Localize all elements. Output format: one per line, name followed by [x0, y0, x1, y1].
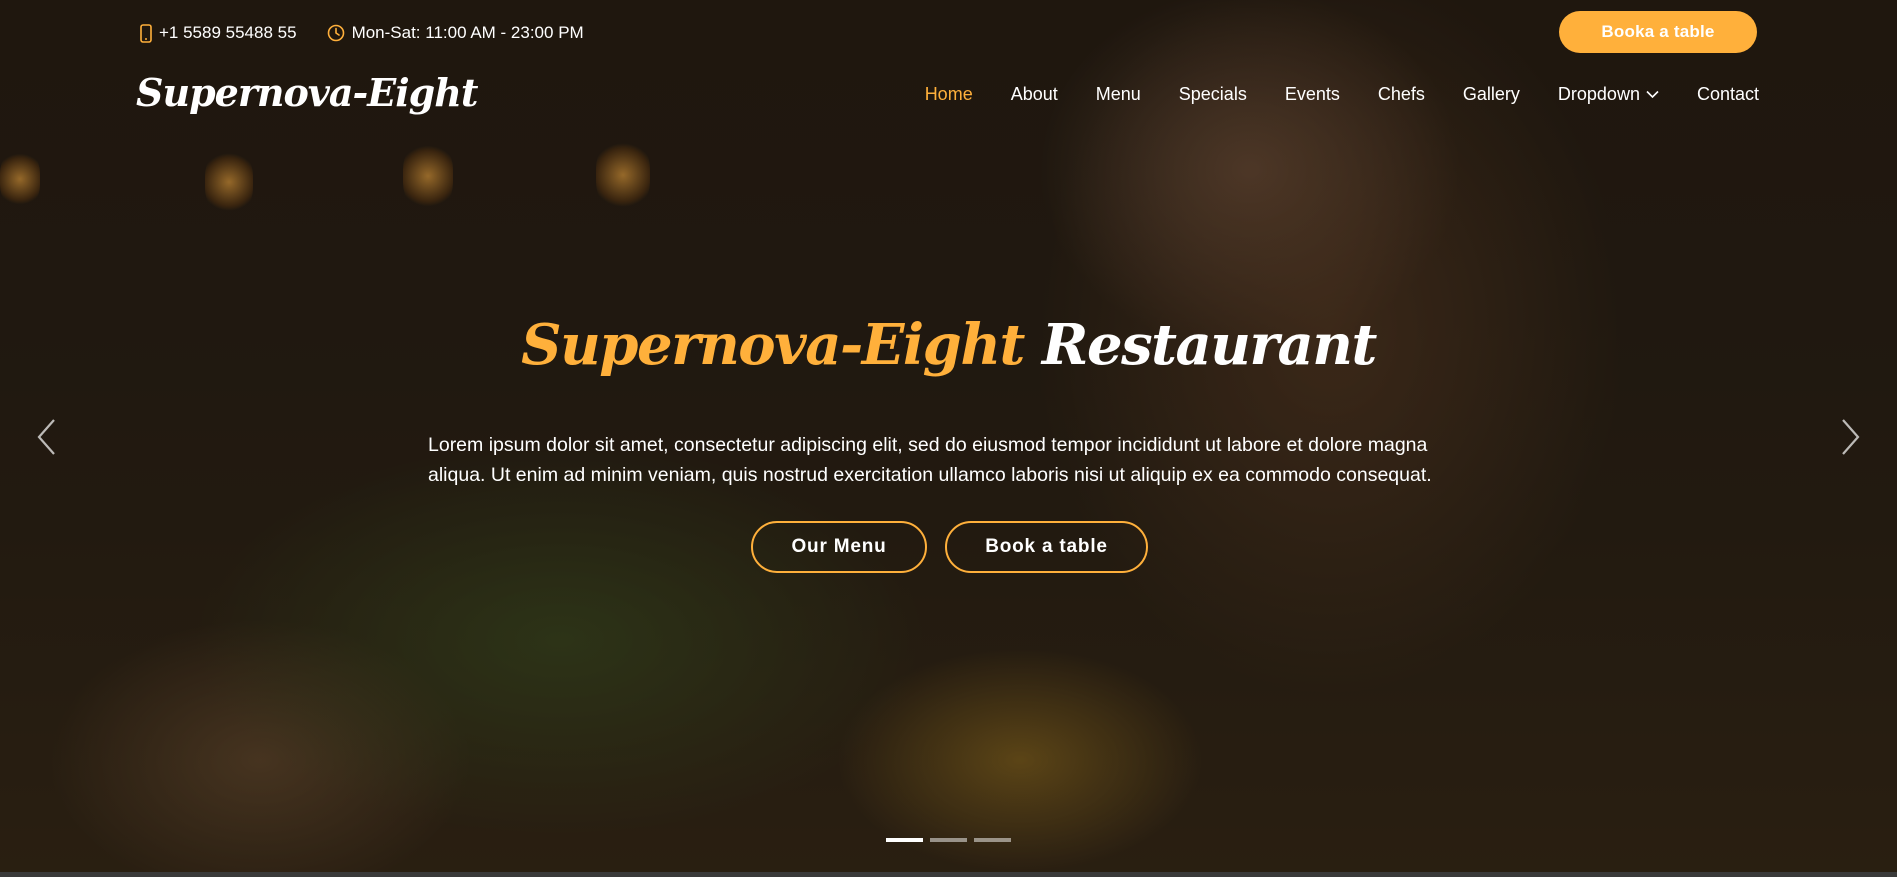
chevron-down-icon: [1646, 90, 1659, 99]
hours-info: Mon-Sat: 11:00 AM - 23:00 PM: [327, 23, 584, 43]
chevron-left-icon: [37, 419, 55, 455]
phone-info: +1 5589 55488 55: [140, 23, 297, 43]
carousel-prev-button[interactable]: [36, 418, 56, 461]
nav-item-events[interactable]: Events: [1285, 84, 1340, 105]
bokeh-light: [596, 140, 650, 210]
nav-item-home[interactable]: Home: [925, 84, 973, 105]
hero-title: Supernova-Eight Restaurant: [0, 312, 1897, 378]
phone-icon: [140, 23, 152, 43]
phone-number: +1 5589 55488 55: [159, 23, 297, 42]
hero-title-brand: Supernova-Eight: [521, 312, 1025, 378]
nav-item-about[interactable]: About: [1011, 84, 1058, 105]
bokeh-light: [0, 150, 40, 208]
hero-buttons: Our Menu Book a table: [751, 521, 1148, 573]
nav-item-contact[interactable]: Contact: [1697, 84, 1759, 105]
site-logo[interactable]: Supernova-Eight: [136, 70, 478, 115]
clock-icon: [327, 24, 344, 42]
carousel-indicator-1[interactable]: [886, 838, 923, 842]
carousel-indicators: [886, 838, 1018, 842]
chevron-right-icon: [1842, 419, 1860, 455]
page-bottom-edge: [0, 872, 1897, 877]
nav-item-menu[interactable]: Menu: [1096, 84, 1141, 105]
hero-description: Lorem ipsum dolor sit amet, consectetur …: [428, 434, 1432, 486]
carousel-indicator-3[interactable]: [974, 838, 1011, 842]
carousel-indicator-2[interactable]: [930, 838, 967, 842]
nav-item-dropdown[interactable]: Dropdown: [1558, 84, 1659, 105]
opening-hours: Mon-Sat: 11:00 AM - 23:00 PM: [351, 23, 584, 42]
nav-item-chefs[interactable]: Chefs: [1378, 84, 1425, 105]
nav-item-dropdown-label: Dropdown: [1557, 84, 1640, 104]
book-table-button[interactable]: Book a table: [945, 521, 1148, 573]
hero-title-rest: Restaurant: [1041, 312, 1377, 378]
book-table-top-button[interactable]: Booka a table: [1559, 11, 1757, 53]
main-nav: Home About Menu Specials Events Chefs Ga…: [887, 84, 1759, 105]
bokeh-light: [403, 142, 453, 210]
nav-item-gallery[interactable]: Gallery: [1463, 84, 1520, 105]
carousel-next-button[interactable]: [1841, 418, 1861, 461]
our-menu-button[interactable]: Our Menu: [751, 521, 927, 573]
top-bar: +1 5589 55488 55 Mon-Sat: 11:00 AM - 23:…: [140, 11, 1757, 53]
bokeh-light: [205, 150, 253, 214]
nav-item-specials[interactable]: Specials: [1179, 84, 1247, 105]
